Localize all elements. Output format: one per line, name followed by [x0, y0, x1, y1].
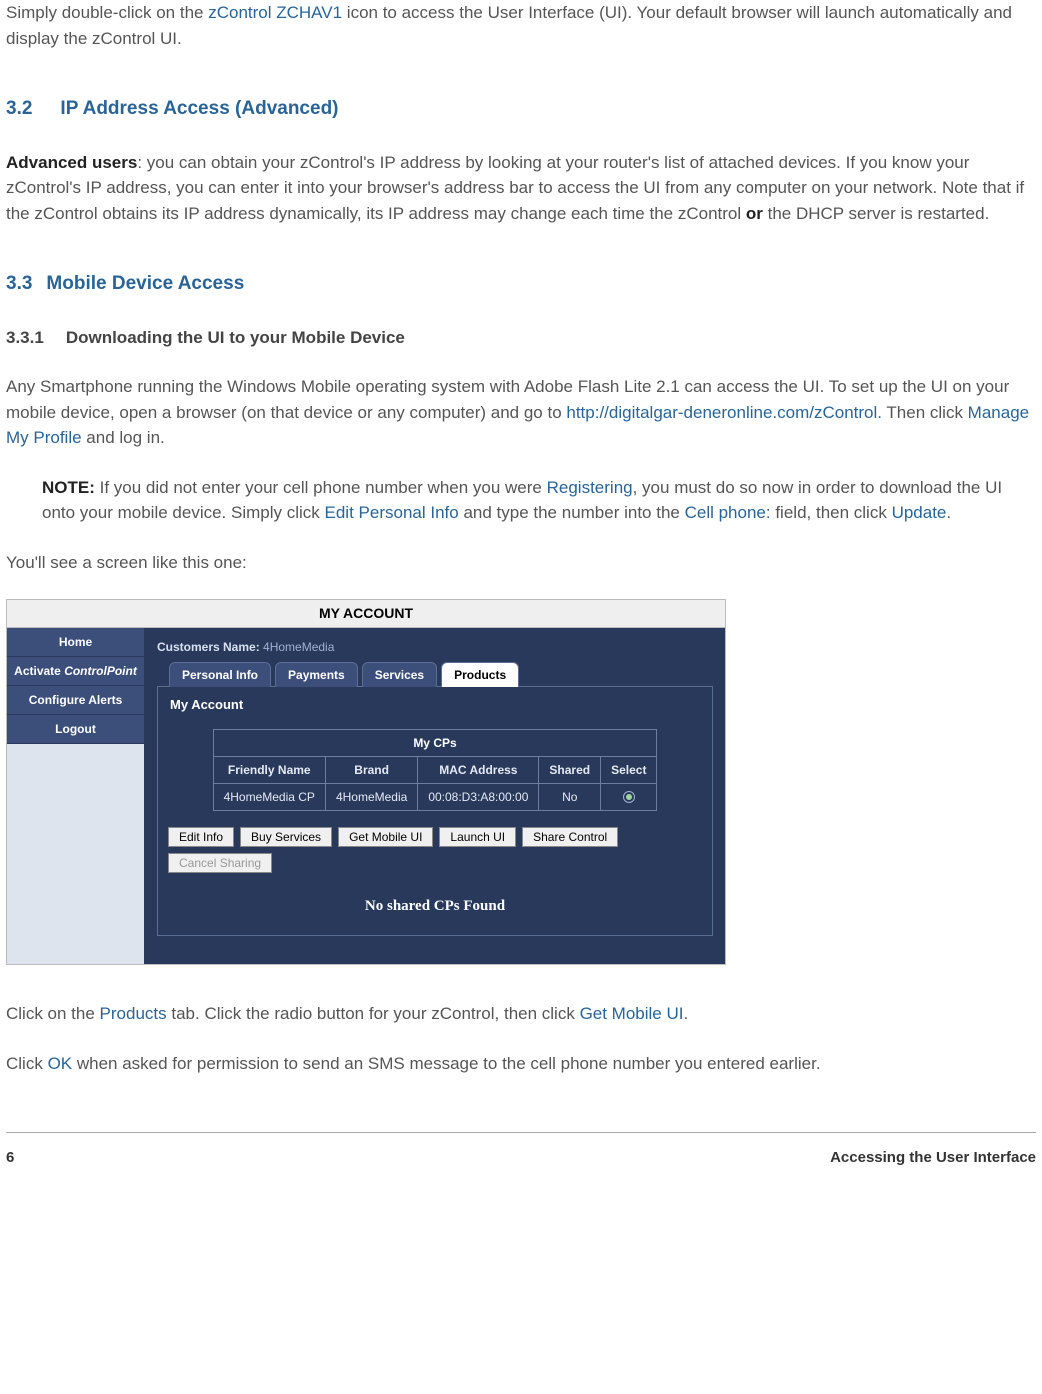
page-footer: 6 Accessing the User Interface [6, 1132, 1036, 1170]
ok-link[interactable]: OK [48, 1054, 73, 1073]
text: and type the number into the [459, 503, 685, 522]
share-control-button[interactable]: Share Control [522, 827, 618, 847]
heading-num: 3.3 [6, 270, 32, 299]
page-number: 6 [6, 1147, 14, 1170]
heading-title: Downloading the UI to your Mobile Device [66, 328, 405, 347]
chapter-title: Accessing the User Interface [830, 1147, 1036, 1170]
products-tab-link[interactable]: Products [100, 1004, 167, 1023]
registering-link[interactable]: Registering [547, 478, 633, 497]
sidebar-item-home[interactable]: Home [7, 628, 144, 657]
after-p2: Click OK when asked for permission to se… [6, 1051, 1036, 1077]
tab-products[interactable]: Products [441, 662, 519, 687]
update-link[interactable]: Update [892, 503, 947, 522]
text: tab. Click the radio button for your zCo… [167, 1004, 580, 1023]
cell-phone-field-link[interactable]: Cell phone: [685, 503, 771, 522]
launch-ui-button[interactable]: Launch UI [439, 827, 516, 847]
customer-name-line: Customers Name: 4HomeMedia [157, 638, 713, 656]
heading-title: IP Address Access (Advanced) [60, 98, 338, 119]
tab-payments[interactable]: Payments [275, 662, 358, 687]
table-caption: My CPs [213, 729, 658, 756]
col-shared: Shared [539, 756, 601, 783]
screenshot-title: MY ACCOUNT [7, 600, 725, 628]
content-area: Customers Name: 4HomeMedia Personal Info… [145, 628, 725, 964]
buy-services-button[interactable]: Buy Services [240, 827, 332, 847]
heading-3-3-1: 3.3.1 Downloading the UI to your Mobile D… [6, 325, 1036, 351]
heading-num: 3.2 [6, 95, 32, 124]
col-brand: Brand [325, 756, 417, 783]
heading-num: 3.3.1 [6, 325, 44, 351]
after-p1: Click on the Products tab. Click the rad… [6, 1001, 1036, 1027]
customer-name-label: Customers Name: [157, 640, 263, 654]
cell-mac: 00:08:D3:A8:00:00 [418, 783, 539, 810]
no-shared-cps-message: No shared CPs Found [168, 895, 702, 918]
text: Click on the [6, 1004, 100, 1023]
col-mac-address: MAC Address [418, 756, 539, 783]
controlpoint-italic: ControlPoint [64, 664, 137, 678]
intro-paragraph: Simply double-click on the zControl ZCHA… [6, 0, 1036, 51]
products-panel: My Account My CPs Friendly Name Brand MA… [157, 686, 713, 936]
cell-shared: No [539, 783, 601, 810]
cell-brand: 4HomeMedia [325, 783, 417, 810]
text: Activate [14, 664, 64, 678]
my-account-screenshot: MY ACCOUNT Home Activate ControlPoint Co… [6, 599, 726, 965]
customer-name-value: 4HomeMedia [263, 640, 334, 654]
text: field, then click [771, 503, 892, 522]
zcontrol-icon-link[interactable]: zControl ZCHAV1 [208, 3, 342, 22]
panel-title: My Account [170, 695, 702, 715]
s331-p1: Any Smartphone running the Windows Mobil… [6, 374, 1036, 451]
cancel-sharing-button: Cancel Sharing [168, 853, 272, 873]
get-mobile-ui-button[interactable]: Get Mobile UI [338, 827, 433, 847]
s32-paragraph: Advanced users: you can obtain your zCon… [6, 150, 1036, 227]
select-radio[interactable] [623, 791, 635, 803]
heading-title: Mobile Device Access [46, 273, 244, 294]
col-friendly-name: Friendly Name [213, 756, 325, 783]
edit-info-button[interactable]: Edit Info [168, 827, 234, 847]
table-row: 4HomeMedia CP 4HomeMedia 00:08:D3:A8:00:… [213, 783, 657, 810]
text: Click [6, 1054, 48, 1073]
col-select: Select [601, 756, 657, 783]
my-cps-table: My CPs Friendly Name Brand MAC Address S… [213, 729, 658, 811]
profile-url-link[interactable]: http://digitalgar-deneronline.com/zContr… [566, 403, 882, 422]
tabs: Personal Info Payments Services Products [169, 662, 713, 687]
note-label: NOTE: [42, 478, 95, 497]
text: when asked for permission to send an SMS… [72, 1054, 820, 1073]
sidebar: Home Activate ControlPoint Configure Ale… [7, 628, 145, 964]
sidebar-item-logout[interactable]: Logout [7, 715, 144, 744]
tab-services[interactable]: Services [362, 662, 437, 687]
text: Then click [882, 403, 968, 422]
text: If you did not enter your cell phone num… [95, 478, 547, 497]
or-strong: or [746, 204, 763, 223]
advanced-users-label: Advanced users [6, 153, 137, 172]
note-block: NOTE: If you did not enter your cell pho… [42, 475, 1036, 526]
get-mobile-ui-link[interactable]: Get Mobile UI [580, 1004, 684, 1023]
text: . [684, 1004, 689, 1023]
text: and log in. [82, 428, 165, 447]
button-row: Edit Info Buy Services Get Mobile UI Lau… [168, 827, 702, 873]
cell-friendly-name: 4HomeMedia CP [213, 783, 325, 810]
text: the DHCP server is restarted. [763, 204, 989, 223]
s331-p2: You'll see a screen like this one: [6, 550, 1036, 576]
text: Simply double-click on the [6, 3, 208, 22]
edit-personal-info-link[interactable]: Edit Personal Info [325, 503, 459, 522]
sidebar-filler [7, 744, 144, 964]
text: . [946, 503, 951, 522]
heading-3-2: 3.2 IP Address Access (Advanced) [6, 95, 1036, 124]
heading-3-3: 3.3 Mobile Device Access [6, 270, 1036, 299]
sidebar-item-activate[interactable]: Activate ControlPoint [7, 657, 144, 686]
cell-select [601, 783, 657, 810]
table-header-row: Friendly Name Brand MAC Address Shared S… [213, 756, 657, 783]
tab-personal-info[interactable]: Personal Info [169, 662, 271, 687]
sidebar-item-configure-alerts[interactable]: Configure Alerts [7, 686, 144, 715]
